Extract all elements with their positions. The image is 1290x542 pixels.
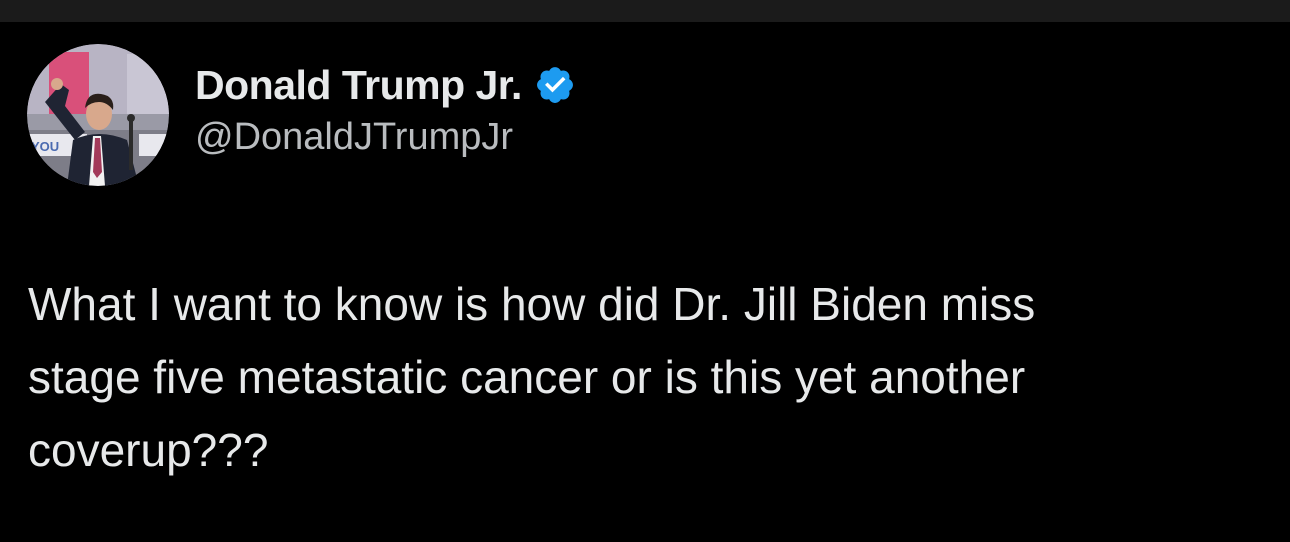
avatar[interactable]: YOU: [27, 44, 169, 186]
tweet-line: coverup???: [28, 424, 269, 476]
tweet-line: stage five metastatic cancer or is this …: [28, 351, 1026, 403]
window-top-bar: [0, 0, 1290, 22]
display-name[interactable]: Donald Trump Jr.: [195, 62, 522, 109]
tweet-card: YOU Donald Trump Jr. @DonaldJTrumpJr Wha…: [0, 22, 1290, 542]
tweet-line: What I want to know is how did Dr. Jill …: [28, 278, 1036, 330]
tweet-header: Donald Trump Jr. @DonaldJTrumpJr: [195, 60, 576, 159]
user-handle[interactable]: @DonaldJTrumpJr: [195, 116, 576, 159]
svg-text:YOU: YOU: [31, 139, 59, 154]
name-row: Donald Trump Jr.: [195, 60, 576, 110]
tweet-body: What I want to know is how did Dr. Jill …: [28, 268, 1258, 487]
profile-photo-icon: YOU: [27, 44, 169, 186]
verified-check-badge-icon[interactable]: [534, 64, 576, 106]
